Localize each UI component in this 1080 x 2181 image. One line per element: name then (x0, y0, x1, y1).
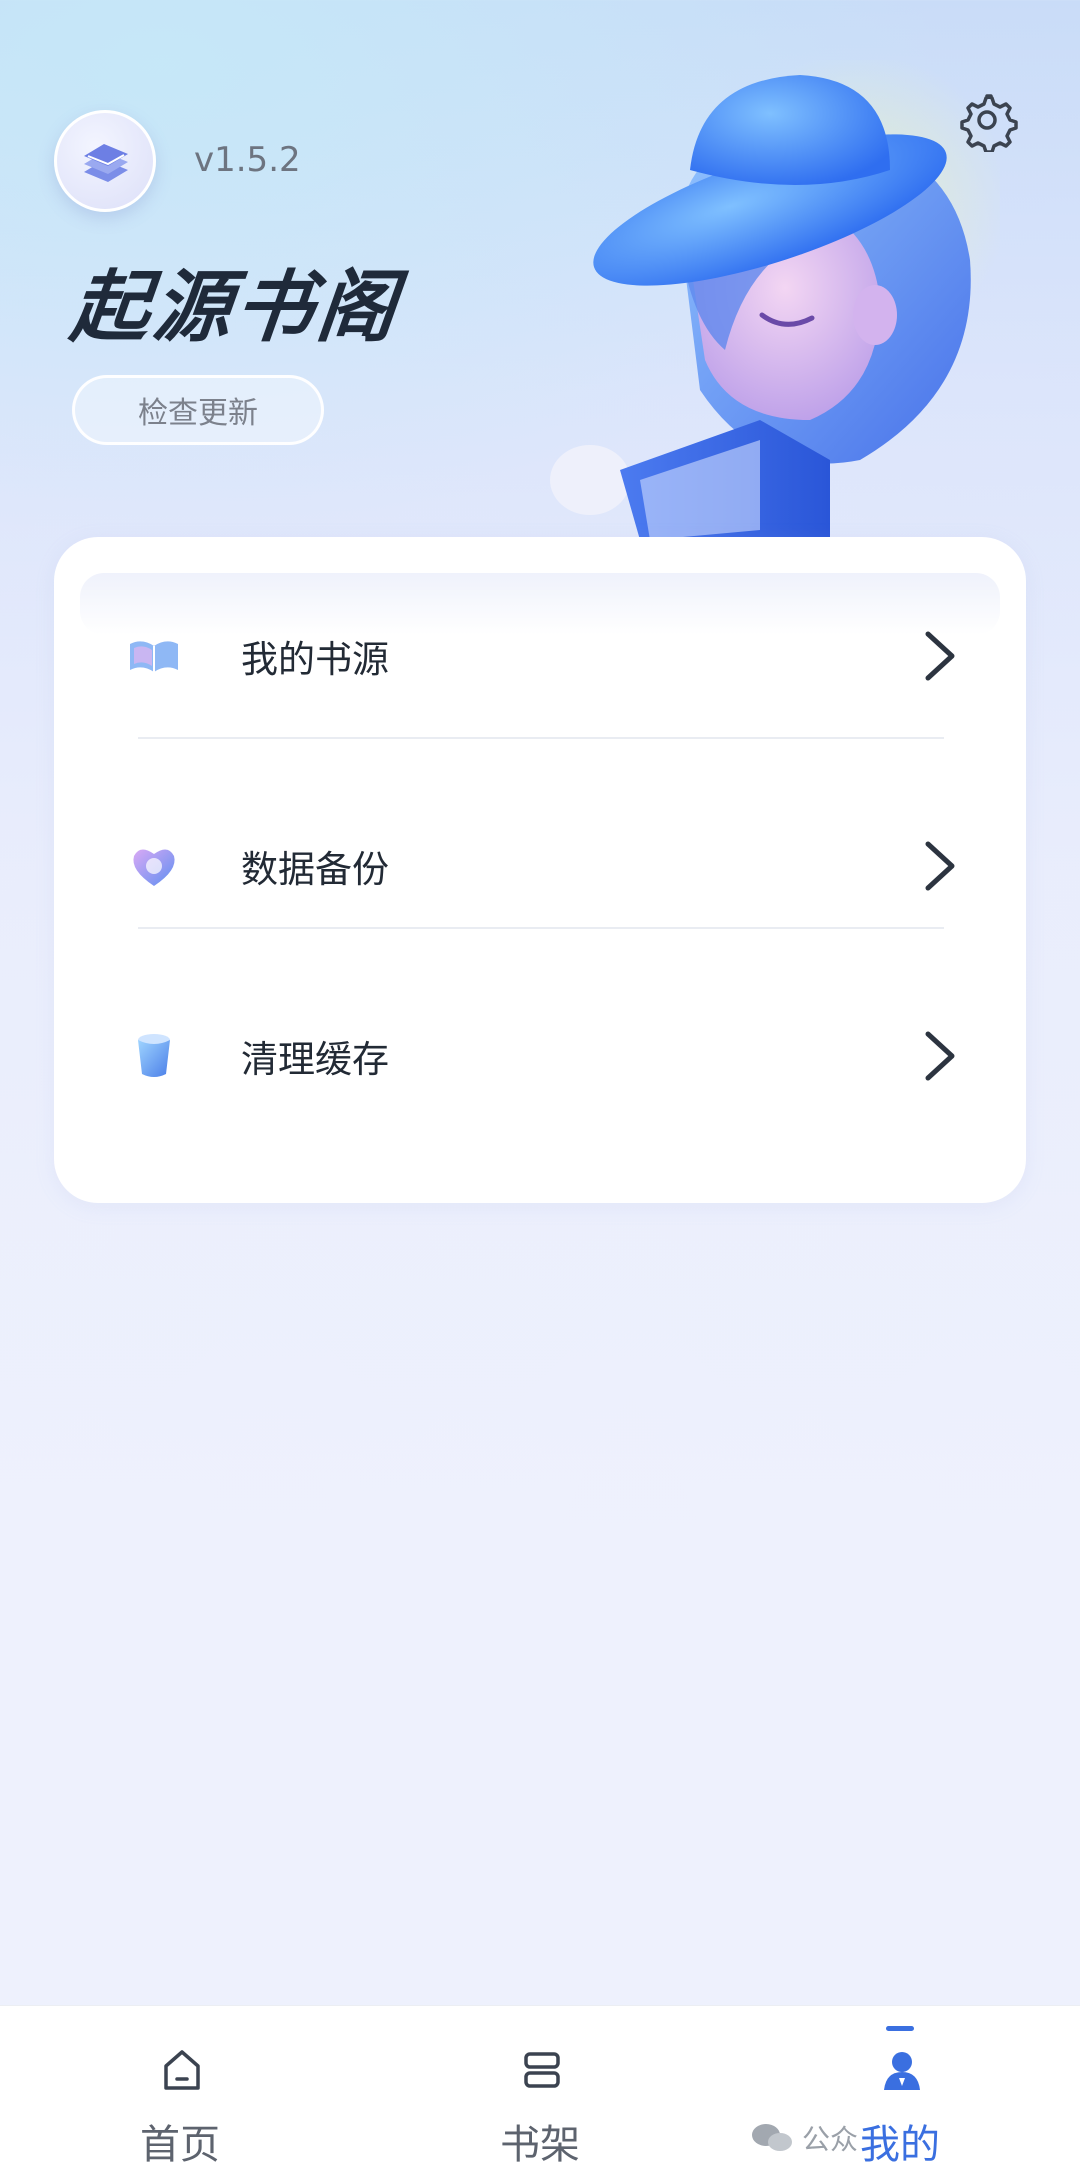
chevron-right-icon (925, 841, 955, 891)
chevron-right-icon (925, 631, 955, 681)
menu-card: 我的书源 数据备份 清理缓存 (54, 537, 1026, 1203)
heart-backup-icon (133, 849, 175, 886)
menu-item-book-source[interactable]: 我的书源 (54, 581, 1026, 731)
trash-bin-icon (138, 1034, 170, 1077)
menu-item-data-backup[interactable]: 数据备份 (54, 791, 1026, 941)
divider (138, 927, 944, 929)
version-label: v1.5.2 (194, 140, 301, 180)
app-logo (54, 110, 156, 212)
check-update-button[interactable]: 检查更新 (72, 375, 324, 445)
user-icon (884, 2052, 920, 2090)
menu-item-clear-cache[interactable]: 清理缓存 (54, 981, 1026, 1131)
books-stack-icon (84, 144, 128, 182)
tab-home[interactable]: 首页 (80, 2006, 280, 2181)
tab-bookshelf[interactable]: 书架 (440, 2006, 640, 2181)
tab-label: 书架 (500, 2122, 580, 2168)
wechat-icon (752, 2124, 792, 2151)
app-title: 起源书阁 (66, 263, 405, 353)
chevron-right-icon (925, 1031, 955, 1081)
watermark-text: 公众 (802, 2123, 859, 2156)
menu-item-label: 清理缓存 (241, 1038, 389, 1081)
hero-illustration (550, 60, 1000, 540)
bookshelf-icon (524, 2052, 560, 2088)
tab-label: 首页 (140, 2122, 220, 2168)
bottom-nav: 首页 书架 我的 (0, 2005, 1080, 2181)
home-icon (164, 2050, 200, 2090)
menu-item-label: 数据备份 (241, 848, 389, 891)
menu-item-label: 我的书源 (241, 638, 389, 681)
book-source-icon (130, 641, 178, 672)
gear-icon[interactable] (955, 88, 1019, 152)
divider (138, 737, 944, 739)
active-indicator (886, 2026, 914, 2031)
watermark: 公众 (750, 2118, 858, 2158)
